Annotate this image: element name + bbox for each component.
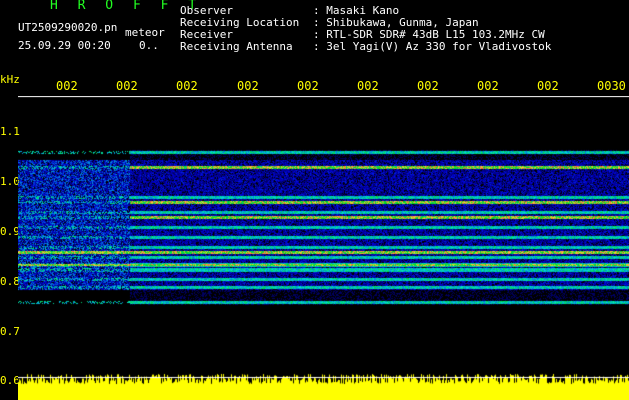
time-tick-label: 002 xyxy=(116,79,138,93)
frequency-unit-label: kHz xyxy=(0,73,20,86)
time-tick-label: 002 xyxy=(237,79,259,93)
frequency-tick-label: 0.7 xyxy=(0,325,20,338)
counter: 0.. xyxy=(139,39,159,52)
date-time: 25.09.29 00:20 xyxy=(18,39,111,52)
spectrogram-waterfall xyxy=(18,96,629,372)
frequency-tick-label: 0.6 xyxy=(0,374,20,387)
frequency-tick-label: 0.9 xyxy=(0,225,20,238)
frequency-tick-label: 1.1 xyxy=(0,125,20,138)
time-tick-label: 002 xyxy=(417,79,439,93)
frequency-tick-label: 0.8 xyxy=(0,275,20,288)
file-name: UT2509290020.pn xyxy=(18,21,118,34)
time-tick-label: 002 xyxy=(477,79,499,93)
antenna-label: Receiving Antenna xyxy=(180,40,293,53)
time-tick-label: 002 xyxy=(537,79,559,93)
frequency-tick-label: 1.0 xyxy=(0,175,20,188)
meteor-label: meteor xyxy=(125,26,165,39)
antenna-value: : 3el Yagi(V) Az 330 for Vladivostok xyxy=(313,40,552,53)
time-tick-label: 002 xyxy=(176,79,198,93)
time-tick-label: 002 xyxy=(357,79,379,93)
time-tick-label: 0030 xyxy=(597,79,626,93)
audio-level-trace xyxy=(18,372,629,400)
time-tick-label: 002 xyxy=(297,79,319,93)
time-tick-label: 002 xyxy=(56,79,78,93)
